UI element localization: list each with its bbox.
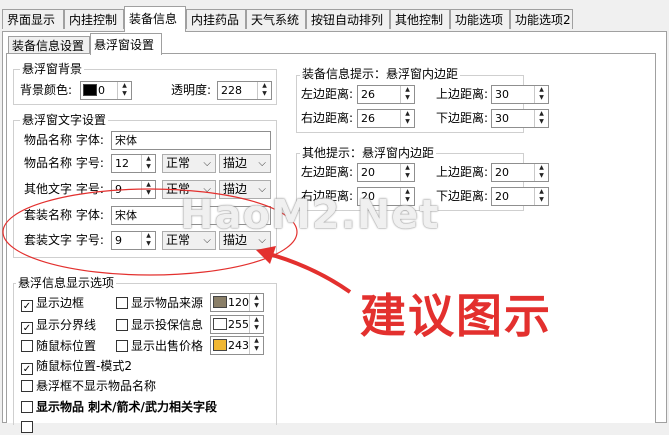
suggestion-label: 建议图示 [360, 289, 552, 343]
watermark: HaoM2.Net [180, 192, 440, 238]
arrow-icon [261, 250, 352, 294]
